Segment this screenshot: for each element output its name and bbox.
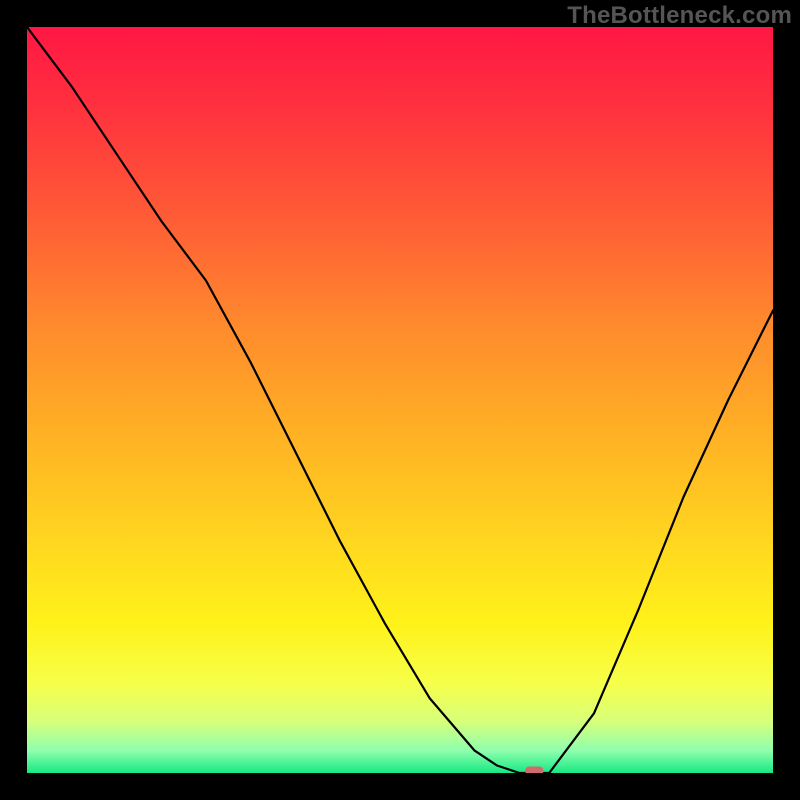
stage: TheBottleneck.com: [0, 0, 800, 800]
chart-svg: [27, 27, 773, 773]
watermark-text: TheBottleneck.com: [567, 2, 792, 30]
gradient-background: [27, 27, 773, 773]
chart-area: [27, 27, 773, 773]
optimal-marker: [525, 767, 543, 774]
